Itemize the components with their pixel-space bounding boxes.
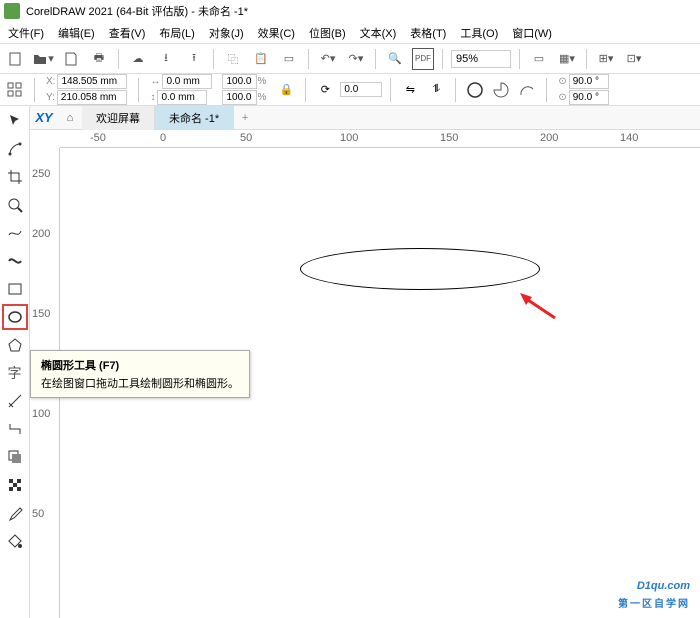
pdf-icon[interactable]: PDF (412, 48, 434, 70)
freehand-tool-icon[interactable] (2, 220, 28, 246)
title-bar: CorelDRAW 2021 (64-Bit 评估版) - 未命名 -1* (0, 0, 700, 22)
separator (375, 49, 376, 69)
menu-window[interactable]: 窗口(W) (512, 25, 552, 41)
save-icon[interactable] (60, 48, 82, 70)
separator (118, 49, 119, 69)
ellipse-shape-icon[interactable] (464, 79, 486, 101)
width-field[interactable]: 0.0 mm (162, 74, 212, 89)
zoom-tool-icon[interactable] (2, 192, 28, 218)
height-field[interactable]: 0.0 mm (157, 90, 207, 105)
window-title: CorelDRAW 2021 (64-Bit 评估版) - 未命名 -1* (26, 3, 248, 19)
snap-icon[interactable]: ⊞▾ (595, 48, 617, 70)
separator (138, 78, 139, 102)
fill-tool-icon[interactable] (2, 528, 28, 554)
menu-table[interactable]: 表格(T) (410, 25, 446, 41)
parallel-dim-icon[interactable] (2, 388, 28, 414)
menu-text[interactable]: 文本(X) (360, 25, 397, 41)
arc-shape-icon[interactable] (516, 79, 538, 101)
import-icon[interactable]: ⭳ (155, 48, 177, 70)
crop-tool-icon[interactable] (2, 164, 28, 190)
ellipse-shape[interactable] (300, 248, 540, 290)
tab-welcome[interactable]: 欢迎屏幕 (82, 106, 155, 130)
tab-document[interactable]: 未命名 -1* (155, 106, 234, 130)
separator (305, 78, 306, 102)
drop-shadow-icon[interactable] (2, 444, 28, 470)
separator (455, 78, 456, 102)
separator (586, 49, 587, 69)
nudge-icon[interactable] (4, 79, 26, 101)
fullscreen-icon[interactable]: ▭ (528, 48, 550, 70)
cloud-icon[interactable]: ☁ (127, 48, 149, 70)
app-logo-icon (4, 3, 20, 19)
start-angle[interactable]: 90.0 ° (569, 74, 609, 89)
toolbox: 字 (0, 106, 30, 618)
pick-tool-icon[interactable] (2, 108, 28, 134)
separator (34, 78, 35, 102)
polygon-tool-icon[interactable] (2, 332, 28, 358)
mirror-h-icon[interactable]: ⇋ (399, 79, 421, 101)
lock-ratio-icon[interactable]: 🔒 (275, 79, 297, 101)
undo-icon[interactable]: ↶▾ (317, 48, 339, 70)
print-icon[interactable]: 🖶 (88, 48, 110, 70)
tooltip-title: 椭圆形工具 (F7) (41, 357, 239, 373)
separator (390, 78, 391, 102)
redo-icon[interactable]: ↷▾ (345, 48, 367, 70)
rotate-icon: ⟳ (314, 79, 336, 101)
clipboard-icon[interactable]: ▭ (278, 48, 300, 70)
angle-field[interactable]: 0.0 (340, 82, 382, 97)
annotation-arrow-icon (520, 293, 560, 323)
menu-edit[interactable]: 编辑(E) (58, 25, 95, 41)
tooltip: 椭圆形工具 (F7) 在绘图窗口拖动工具绘制圆形和椭圆形。 (30, 350, 250, 398)
menu-tools[interactable]: 工具(O) (460, 25, 498, 41)
connector-tool-icon[interactable] (2, 416, 28, 442)
copy-icon[interactable]: ⿻ (222, 48, 244, 70)
document-tabs: XY ⌂ 欢迎屏幕 未命名 -1* + (30, 106, 700, 130)
open-icon[interactable]: ▾ (32, 48, 54, 70)
separator (519, 49, 520, 69)
transparency-tool-icon[interactable] (2, 472, 28, 498)
scale-w[interactable]: 100.0 (222, 74, 257, 89)
menu-object[interactable]: 对象(J) (209, 25, 244, 41)
separator (213, 49, 214, 69)
tab-add-icon[interactable]: + (234, 112, 256, 124)
horizontal-ruler: -50050100150200140 (60, 130, 700, 148)
watermark-text: D1qu.com (637, 580, 690, 592)
grid-icon[interactable]: ▦▾ (556, 48, 578, 70)
zoom-input[interactable] (451, 50, 511, 68)
x-coord[interactable]: 148.505 mm (57, 74, 127, 89)
standard-toolbar: ▾ 🖶 ☁ ⭳ ⭱ ⿻ 📋 ▭ ↶▾ ↷▾ 🔍 PDF ▭ ▦▾ ⊞▾ ⊡▾ (0, 44, 700, 74)
separator (442, 49, 443, 69)
property-bar: X:148.505 mm Y:210.058 mm ↔0.0 mm ↕0.0 m… (0, 74, 700, 106)
watermark: D1qu.com 第一区自学网 (618, 572, 690, 610)
shape-tool-icon[interactable] (2, 136, 28, 162)
menu-layout[interactable]: 布局(L) (159, 25, 194, 41)
text-tool-icon[interactable]: 字 (2, 360, 28, 386)
new-icon[interactable] (4, 48, 26, 70)
separator (546, 78, 547, 102)
watermark-sub: 第一区自学网 (618, 595, 690, 610)
rectangle-tool-icon[interactable] (2, 276, 28, 302)
export-icon[interactable]: ⭱ (183, 48, 205, 70)
pie-shape-icon[interactable] (490, 79, 512, 101)
artistic-media-icon[interactable] (2, 248, 28, 274)
eyedropper-tool-icon[interactable] (2, 500, 28, 526)
mirror-v-icon[interactable]: ⥮ (425, 79, 447, 101)
canvas-area: XY ⌂ 欢迎屏幕 未命名 -1* + -50050100150200140 2… (30, 106, 700, 618)
home-icon[interactable]: ⌂ (58, 112, 82, 124)
ellipse-tool-icon[interactable] (2, 304, 28, 330)
xy-label: XY (30, 110, 58, 125)
options-icon[interactable]: ⊡▾ (623, 48, 645, 70)
menu-file[interactable]: 文件(F) (8, 25, 44, 41)
paste-icon[interactable]: 📋 (250, 48, 272, 70)
search-icon[interactable]: 🔍 (384, 48, 406, 70)
tooltip-body: 在绘图窗口拖动工具绘制圆形和椭圆形。 (41, 375, 239, 391)
menu-bitmap[interactable]: 位图(B) (309, 25, 346, 41)
scale-h[interactable]: 100.0 (222, 90, 257, 105)
end-angle[interactable]: 90.0 ° (569, 90, 609, 105)
y-coord[interactable]: 210.058 mm (57, 90, 127, 105)
menu-view[interactable]: 查看(V) (109, 25, 146, 41)
menu-bar: 文件(F) 编辑(E) 查看(V) 布局(L) 对象(J) 效果(C) 位图(B… (0, 22, 700, 44)
separator (308, 49, 309, 69)
menu-effects[interactable]: 效果(C) (258, 25, 295, 41)
